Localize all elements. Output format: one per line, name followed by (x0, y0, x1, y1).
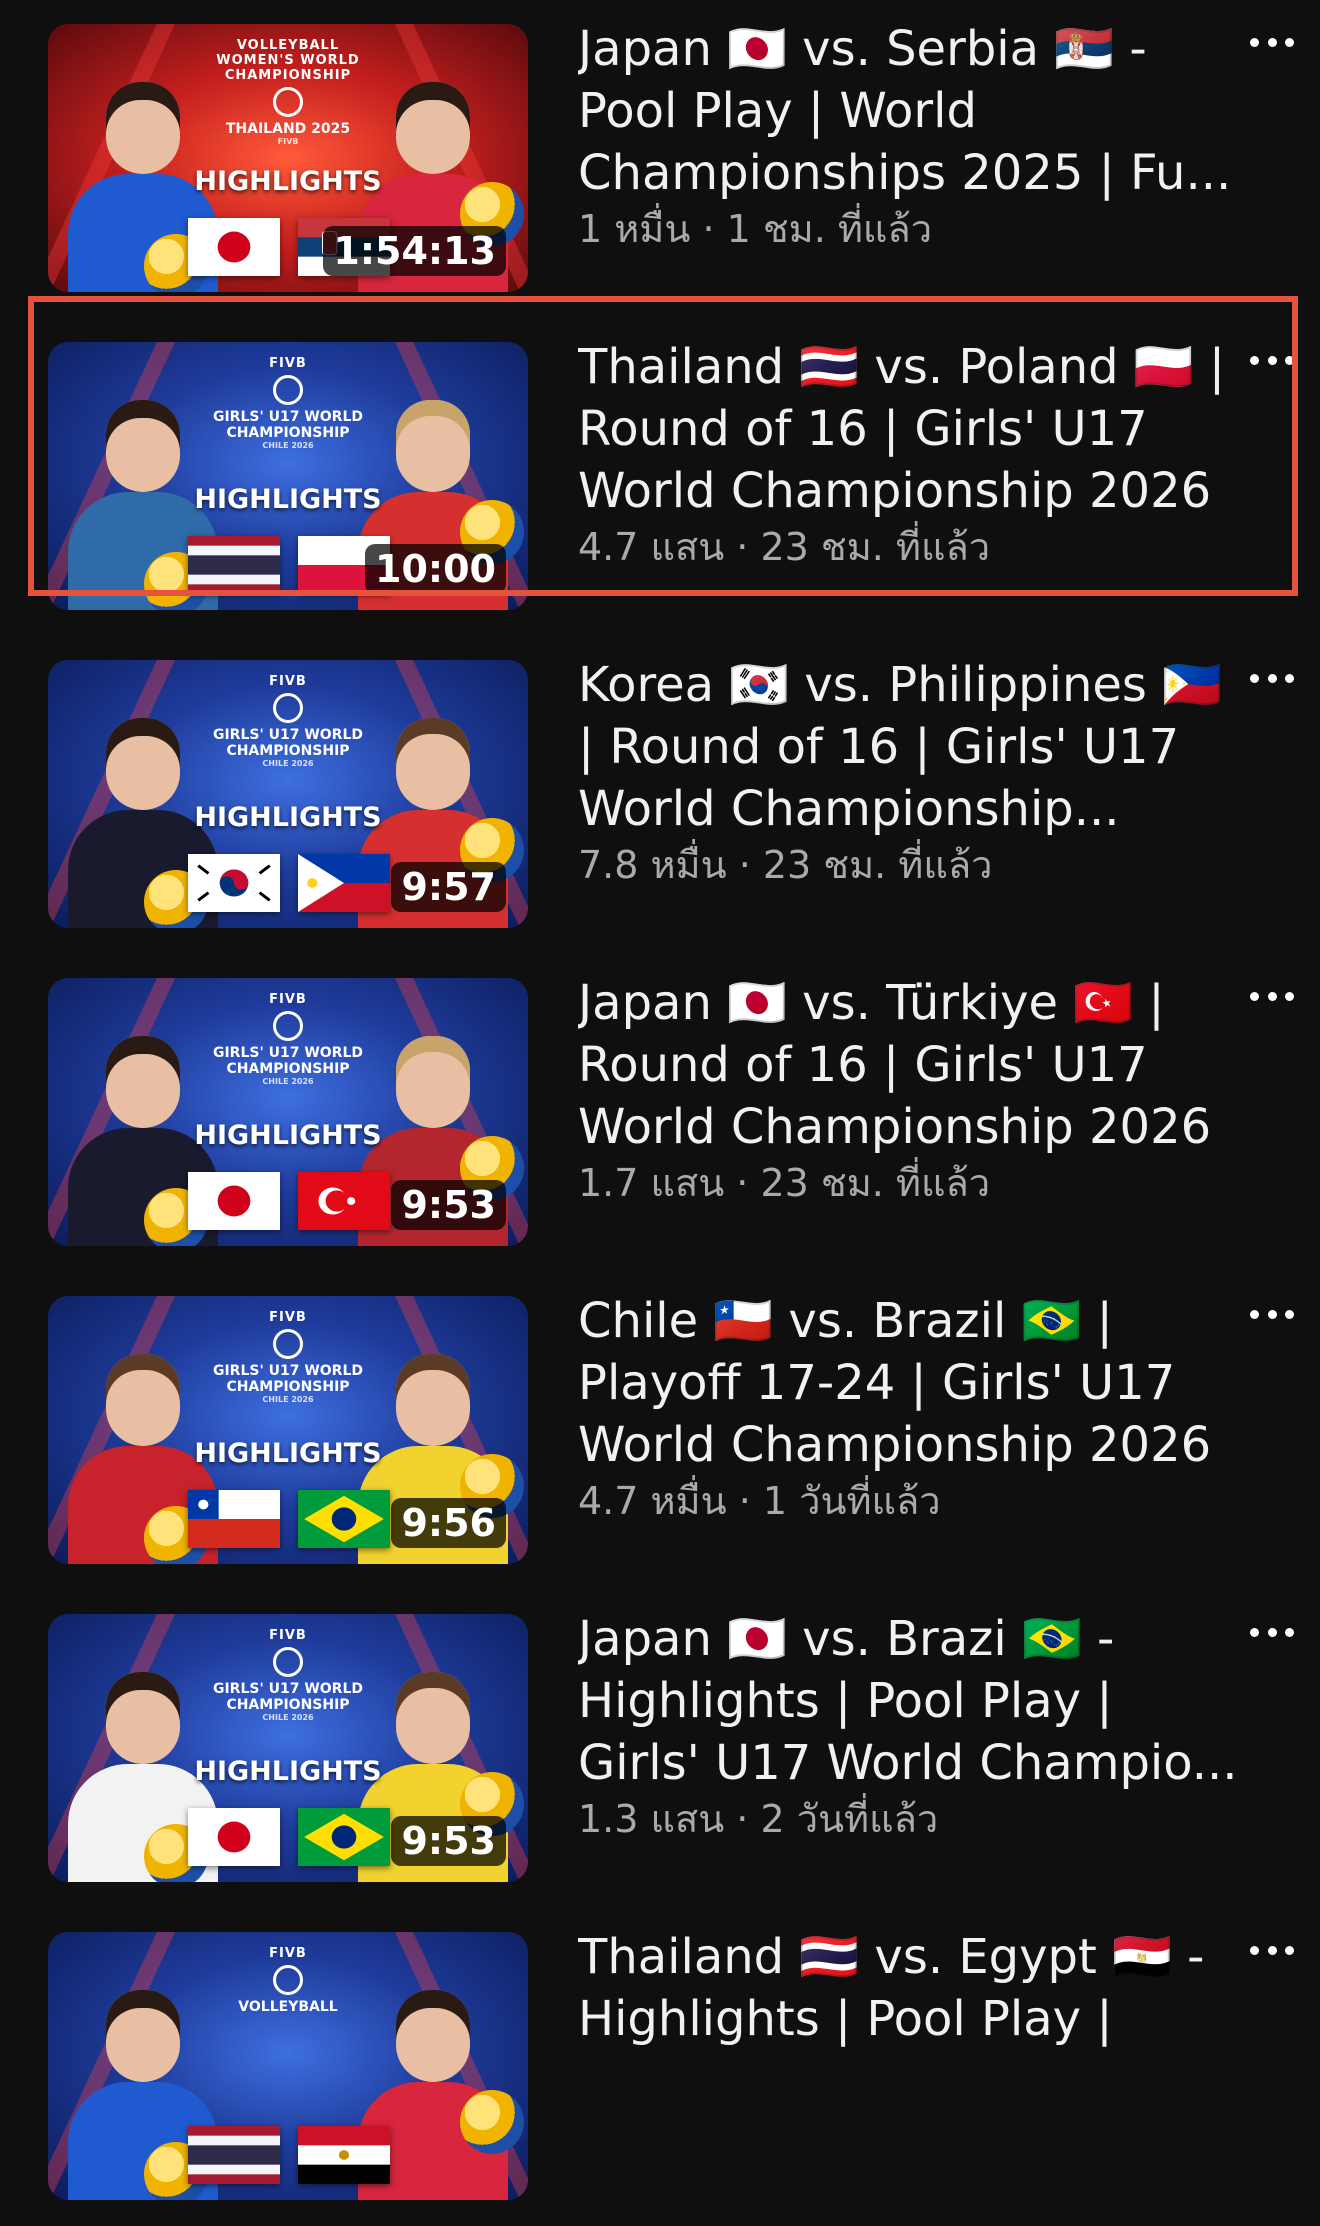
video-meta[interactable]: Japan 🇯🇵 vs. Serbia 🇷🇸 - Pool Play | Wor… (578, 18, 1238, 252)
video-title[interactable]: Thailand 🇹🇭 vs. Poland 🇵🇱 | Round of 16 … (578, 336, 1238, 522)
team-a-flag-icon (188, 1490, 280, 1548)
more-vert-icon[interactable] (1250, 350, 1294, 370)
more-vert-icon[interactable] (1250, 1304, 1294, 1324)
highlights-label: HIGHLIGHTS (194, 166, 382, 197)
team-a-flag-icon (188, 854, 280, 912)
more-vert-icon[interactable] (1250, 1622, 1294, 1642)
separator: · (738, 1479, 751, 1523)
championship-logo: FIVB GIRLS' U17 WORLD CHAMPIONSHIP CHILE… (212, 1628, 364, 1722)
video-thumbnail[interactable]: FIVB GIRLS' U17 WORLD CHAMPIONSHIP CHILE… (48, 1614, 528, 1882)
view-count: 7.8 หมื่น (578, 843, 727, 887)
view-count: 1.7 แสน (578, 1161, 725, 1205)
video-title[interactable]: Korea 🇰🇷 vs. Philippines 🇵🇭 | Round of 1… (578, 654, 1238, 840)
fivb-ball-icon (273, 1647, 303, 1677)
highlights-label: HIGHLIGHTS (194, 1438, 382, 1469)
separator: · (738, 843, 751, 887)
video-title[interactable]: Japan 🇯🇵 vs. Serbia 🇷🇸 - Pool Play | Wor… (578, 18, 1238, 204)
video-info: 4.7 แสน · 23 ชม. ที่แล้ว (578, 524, 1238, 570)
video-thumbnail[interactable]: FIVB GIRLS' U17 WORLD CHAMPIONSHIP CHILE… (48, 660, 528, 928)
team-b-flag-icon (298, 1172, 390, 1230)
video-info: 1.7 แสน · 23 ชม. ที่แล้ว (578, 1160, 1238, 1206)
video-item[interactable]: FIVB GIRLS' U17 WORLD CHAMPIONSHIP CHILE… (0, 1590, 1320, 1908)
upload-age: 23 ชม. ที่แล้ว (760, 1161, 991, 1205)
more-vert-icon[interactable] (1250, 32, 1294, 52)
championship-logo: FIVB VOLLEYBALL (238, 1946, 338, 2015)
video-thumbnail[interactable]: FIVB GIRLS' U17 WORLD CHAMPIONSHIP CHILE… (48, 978, 528, 1246)
video-meta[interactable]: Chile 🇨🇱 vs. Brazil 🇧🇷 | Playoff 17-24 |… (578, 1290, 1238, 1524)
video-info: 1 หมื่น · 1 ชม. ที่แล้ว (578, 206, 1238, 252)
volleyball-icon (460, 2090, 524, 2154)
championship-logo: FIVB GIRLS' U17 WORLD CHAMPIONSHIP CHILE… (212, 674, 364, 768)
video-info: 4.7 หมื่น · 1 วันที่แล้ว (578, 1478, 1238, 1524)
championship-logo: FIVB GIRLS' U17 WORLD CHAMPIONSHIP CHILE… (212, 356, 364, 450)
video-item[interactable]: FIVB GIRLS' U17 WORLD CHAMPIONSHIP CHILE… (0, 1272, 1320, 1590)
fivb-ball-icon (273, 375, 303, 405)
championship-logo: FIVB GIRLS' U17 WORLD CHAMPIONSHIP CHILE… (212, 1310, 364, 1404)
fivb-ball-icon (273, 87, 303, 117)
video-meta[interactable]: Thailand 🇹🇭 vs. Egypt 🇪🇬 - Highlights | … (578, 1926, 1238, 2052)
video-item[interactable]: FIVB VOLLEYBALL Thailand 🇹🇭 vs. Egypt 🇪🇬… (0, 1908, 1320, 2226)
video-item[interactable]: VOLLEYBALL WOMEN'S WORLD CHAMPIONSHIP TH… (0, 0, 1320, 318)
video-meta[interactable]: Japan 🇯🇵 vs. Türkiye 🇹🇷 | Round of 16 | … (578, 972, 1238, 1206)
championship-logo: VOLLEYBALL WOMEN'S WORLD CHAMPIONSHIP TH… (216, 38, 360, 146)
video-meta[interactable]: Thailand 🇹🇭 vs. Poland 🇵🇱 | Round of 16 … (578, 336, 1238, 570)
team-b-flag-icon (298, 1808, 390, 1866)
video-meta[interactable]: Japan 🇯🇵 vs. Brazi 🇧🇷 - Highlights | Poo… (578, 1608, 1238, 1842)
view-count: 4.7 หมื่น (578, 1479, 727, 1523)
duration-badge: 9:57 (391, 862, 506, 912)
video-title[interactable]: Japan 🇯🇵 vs. Türkiye 🇹🇷 | Round of 16 | … (578, 972, 1238, 1158)
video-thumbnail[interactable]: VOLLEYBALL WOMEN'S WORLD CHAMPIONSHIP TH… (48, 24, 528, 292)
video-title[interactable]: Chile 🇨🇱 vs. Brazil 🇧🇷 | Playoff 17-24 |… (578, 1290, 1238, 1476)
view-count: 1 หมื่น (578, 207, 691, 251)
fivb-ball-icon (273, 1329, 303, 1359)
fivb-ball-icon (273, 1011, 303, 1041)
team-b-flag-icon (298, 854, 390, 912)
more-vert-icon[interactable] (1250, 668, 1294, 688)
duration-badge: 9:53 (391, 1816, 506, 1866)
more-vert-icon[interactable] (1250, 1940, 1294, 1960)
more-vert-icon[interactable] (1250, 986, 1294, 1006)
fivb-ball-icon (273, 1965, 303, 1995)
separator: · (702, 207, 715, 251)
team-b-flag-icon (298, 1490, 390, 1548)
video-info: 7.8 หมื่น · 23 ชม. ที่แล้ว (578, 842, 1238, 888)
video-thumbnail[interactable]: FIVB GIRLS' U17 WORLD CHAMPIONSHIP CHILE… (48, 1296, 528, 1564)
video-item-selected[interactable]: FIVB GIRLS' U17 WORLD CHAMPIONSHIP CHILE… (0, 296, 1320, 636)
video-thumbnail[interactable]: FIVB VOLLEYBALL (48, 1932, 528, 2200)
separator: · (736, 1797, 749, 1841)
separator: · (736, 1161, 749, 1205)
upload-age: 23 ชม. ที่แล้ว (760, 525, 991, 569)
championship-logo: FIVB GIRLS' U17 WORLD CHAMPIONSHIP CHILE… (212, 992, 364, 1086)
video-title[interactable]: Thailand 🇹🇭 vs. Egypt 🇪🇬 - Highlights | … (578, 1926, 1238, 2050)
video-title[interactable]: Japan 🇯🇵 vs. Brazi 🇧🇷 - Highlights | Poo… (578, 1608, 1238, 1794)
duration-badge: 9:53 (391, 1180, 506, 1230)
duration-badge: 9:56 (391, 1498, 506, 1548)
team-a-flag-icon (188, 1808, 280, 1866)
duration-badge: 1:54:13 (323, 226, 506, 276)
upload-age: 2 วันที่แล้ว (760, 1797, 939, 1841)
upload-age: 1 ชม. ที่แล้ว (726, 207, 933, 251)
video-meta[interactable]: Korea 🇰🇷 vs. Philippines 🇵🇭 | Round of 1… (578, 654, 1238, 888)
video-info: 1.3 แสน · 2 วันที่แล้ว (578, 1796, 1238, 1842)
view-count: 4.7 แสน (578, 525, 725, 569)
view-count: 1.3 แสน (578, 1797, 725, 1841)
upload-age: 23 ชม. ที่แล้ว (762, 843, 993, 887)
team-b-flag-icon (298, 2126, 390, 2184)
fivb-ball-icon (273, 693, 303, 723)
duration-badge: 10:00 (365, 544, 506, 594)
video-thumbnail[interactable]: FIVB GIRLS' U17 WORLD CHAMPIONSHIP CHILE… (48, 342, 528, 610)
highlights-label: HIGHLIGHTS (194, 1120, 382, 1151)
separator: · (736, 525, 749, 569)
video-item[interactable]: FIVB GIRLS' U17 WORLD CHAMPIONSHIP CHILE… (0, 954, 1320, 1272)
highlights-label: HIGHLIGHTS (194, 484, 382, 515)
upload-age: 1 วันที่แล้ว (762, 1479, 941, 1523)
team-a-flag-icon (188, 536, 280, 594)
team-a-flag-icon (188, 1172, 280, 1230)
video-item[interactable]: FIVB GIRLS' U17 WORLD CHAMPIONSHIP CHILE… (0, 636, 1320, 954)
team-a-flag-icon (188, 218, 280, 276)
team-a-flag-icon (188, 2126, 280, 2184)
highlights-label: HIGHLIGHTS (194, 802, 382, 833)
highlights-label: HIGHLIGHTS (194, 1756, 382, 1787)
